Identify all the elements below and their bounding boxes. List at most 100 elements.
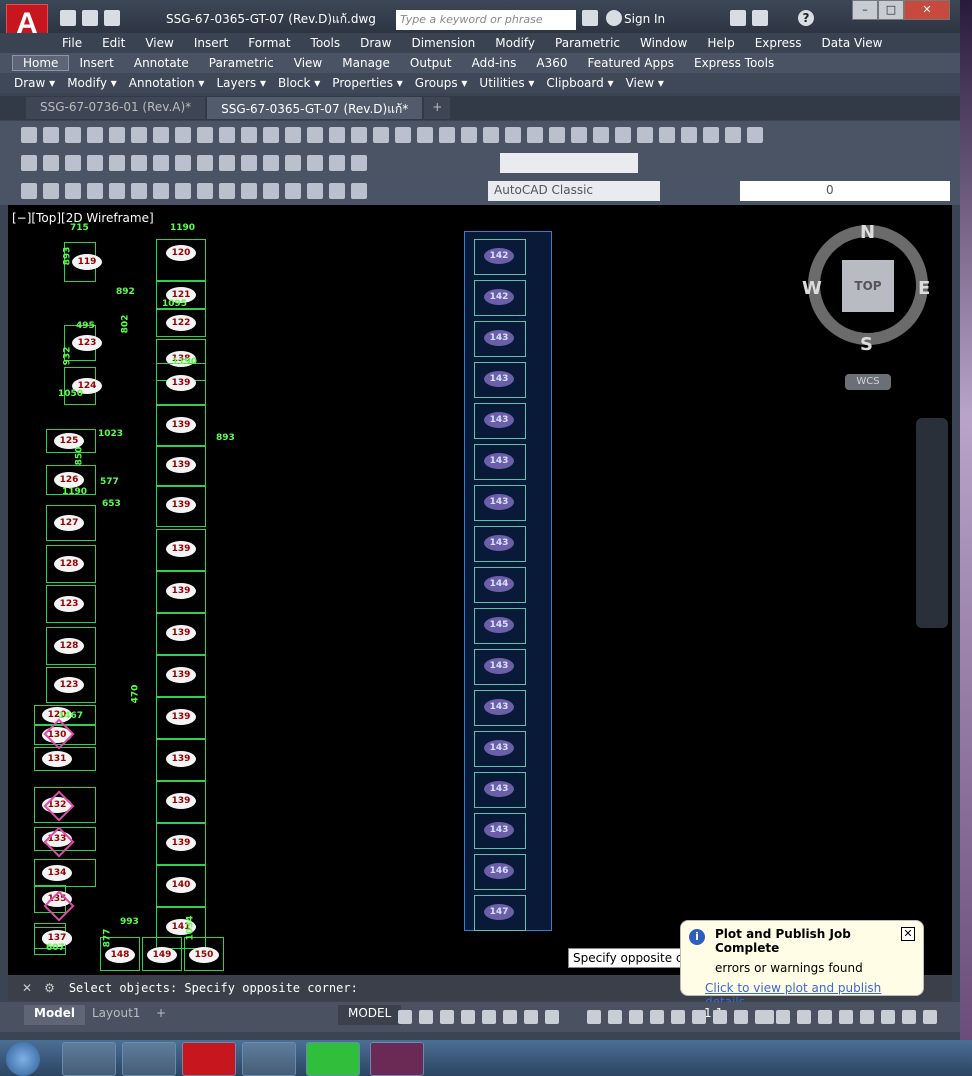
toolbar-tool-icon[interactable] <box>175 155 191 171</box>
ribbon-panel[interactable]: Layers ▾ <box>210 76 272 90</box>
doc-tab-active[interactable]: SSG-67-0365-GT-07 (Rev.D)แก้* <box>207 97 423 119</box>
status-toggle-icon[interactable] <box>671 1010 685 1024</box>
wcs-menu[interactable]: WCS <box>845 374 891 390</box>
toolbar-tool-icon[interactable] <box>285 183 301 199</box>
toolbar-tool-icon[interactable] <box>681 127 697 143</box>
save-icon[interactable] <box>60 10 76 26</box>
toolbar-tool-icon[interactable] <box>43 183 59 199</box>
wrench-icon[interactable]: ⚙ <box>44 981 55 995</box>
status-toggle-icon[interactable] <box>923 1010 937 1024</box>
toolbar-tool-icon[interactable] <box>703 127 719 143</box>
line-app-icon[interactable] <box>306 1042 360 1076</box>
status-toggle-icon[interactable] <box>440 1010 454 1024</box>
exchange-icon[interactable] <box>752 10 768 26</box>
explorer-icon[interactable] <box>242 1042 296 1076</box>
toolbar-tool-icon[interactable] <box>109 183 125 199</box>
status-toggle-icon[interactable] <box>482 1010 496 1024</box>
status-toggle-icon[interactable] <box>398 1010 412 1024</box>
toolbar-tool-icon[interactable] <box>65 183 81 199</box>
toolbar-tool-icon[interactable] <box>505 127 521 143</box>
ribbon-panel[interactable]: Clipboard ▾ <box>540 76 619 90</box>
minimize-button[interactable]: – <box>852 0 878 20</box>
toolbar-tool-icon[interactable] <box>175 183 191 199</box>
toolbar-tool-icon[interactable] <box>87 127 103 143</box>
new-layout-button[interactable]: + <box>146 1005 176 1025</box>
toolbar-tool-icon[interactable] <box>197 127 213 143</box>
menu-item[interactable]: Parametric <box>545 36 630 50</box>
toolbar-tool-icon[interactable] <box>725 127 741 143</box>
new-tab-button[interactable]: + <box>424 97 451 119</box>
toolbar-tool-icon[interactable] <box>571 127 587 143</box>
status-toggle-icon[interactable] <box>650 1010 664 1024</box>
toolbar-tool-icon[interactable] <box>329 155 345 171</box>
maximize-button[interactable]: □ <box>878 0 904 20</box>
toolbar-tool-icon[interactable] <box>21 183 37 199</box>
toolbar-tool-icon[interactable] <box>109 155 125 171</box>
ribbon-tab[interactable]: Annotate <box>124 56 199 70</box>
status-toggle-icon[interactable] <box>839 1010 853 1024</box>
toolbar-tool-icon[interactable] <box>615 127 631 143</box>
toolbar-tool-icon[interactable] <box>263 155 279 171</box>
viewcube-top[interactable]: TOP <box>842 260 894 312</box>
toolbar-tool-icon[interactable] <box>307 155 323 171</box>
status-toggle-icon[interactable] <box>818 1010 832 1024</box>
toolbar-tool-icon[interactable] <box>329 183 345 199</box>
toolbar-tool-icon[interactable] <box>263 183 279 199</box>
doc-tab[interactable]: SSG-67-0736-01 (Rev.A)* <box>26 97 206 119</box>
toolbar-tool-icon[interactable] <box>549 127 565 143</box>
status-toggle-icon[interactable] <box>776 1010 790 1024</box>
toolbar-tool-icon[interactable] <box>43 155 59 171</box>
status-toggle-icon[interactable] <box>713 1010 727 1024</box>
status-toggle-icon[interactable] <box>902 1010 916 1024</box>
compass-east[interactable]: E <box>918 278 930 299</box>
menu-item[interactable]: Insert <box>184 36 238 50</box>
toolbar-tool-icon[interactable] <box>351 127 367 143</box>
menu-item[interactable]: Modify <box>485 36 545 50</box>
menu-item[interactable]: Help <box>697 36 744 50</box>
toolbar-tool-icon[interactable] <box>65 127 81 143</box>
chrome-icon[interactable] <box>62 1042 116 1076</box>
control-panel-icon[interactable] <box>122 1042 176 1076</box>
toolbar-tool-icon[interactable] <box>175 127 191 143</box>
toolbar-tool-icon[interactable] <box>241 155 257 171</box>
workspace-combo[interactable]: AutoCAD Classic <box>488 181 660 201</box>
sign-in-button[interactable]: Sign In <box>624 12 665 26</box>
toolbar-tool-icon[interactable] <box>439 127 455 143</box>
ribbon-panel[interactable]: Properties ▾ <box>326 76 408 90</box>
toolbar-tool-icon[interactable] <box>87 155 103 171</box>
close-icon[interactable]: ✕ <box>22 981 32 995</box>
toolbar-tool-icon[interactable] <box>307 127 323 143</box>
status-toggle-icon[interactable] <box>587 1010 601 1024</box>
toolbar-tool-icon[interactable] <box>351 183 367 199</box>
layer-combo[interactable]: 0 <box>740 181 950 201</box>
ribbon-tab[interactable]: Insert <box>69 56 123 70</box>
status-toggle-icon[interactable] <box>545 1010 559 1024</box>
toolbar-tool-icon[interactable] <box>659 127 675 143</box>
autocad-taskbar-icon[interactable] <box>182 1042 236 1076</box>
status-toggle-icon[interactable] <box>881 1010 895 1024</box>
named-view-combo[interactable] <box>500 153 638 173</box>
ribbon-panel[interactable]: Annotation ▾ <box>123 76 211 90</box>
menu-item[interactable]: Dimension <box>401 36 485 50</box>
toolbar-tool-icon[interactable] <box>131 183 147 199</box>
pdf-app-icon[interactable] <box>370 1042 424 1076</box>
menu-item[interactable]: Data View <box>812 36 893 50</box>
ribbon-panel[interactable]: Groups ▾ <box>409 76 474 90</box>
toolbar-tool-icon[interactable] <box>461 127 477 143</box>
layout-tab-layout1[interactable]: Layout1 <box>82 1005 150 1025</box>
model-space-button[interactable]: MODEL <box>338 1005 402 1025</box>
toolbar-tool-icon[interactable] <box>747 127 763 143</box>
status-toggle-icon[interactable] <box>461 1010 475 1024</box>
status-toggle-icon[interactable] <box>524 1010 538 1024</box>
compass-west[interactable]: W <box>802 278 822 299</box>
toolbar-tool-icon[interactable] <box>87 183 103 199</box>
toolbar-tool-icon[interactable] <box>307 183 323 199</box>
status-toggle-icon[interactable] <box>755 1010 769 1024</box>
toolbar-tool-icon[interactable] <box>131 155 147 171</box>
toolbar-tool-icon[interactable] <box>241 183 257 199</box>
toolbar-tool-icon[interactable] <box>637 127 653 143</box>
menu-item[interactable]: Format <box>238 36 300 50</box>
menu-item[interactable]: Tools <box>301 36 351 50</box>
menu-item[interactable]: Edit <box>92 36 135 50</box>
toolbar-tool-icon[interactable] <box>483 127 499 143</box>
